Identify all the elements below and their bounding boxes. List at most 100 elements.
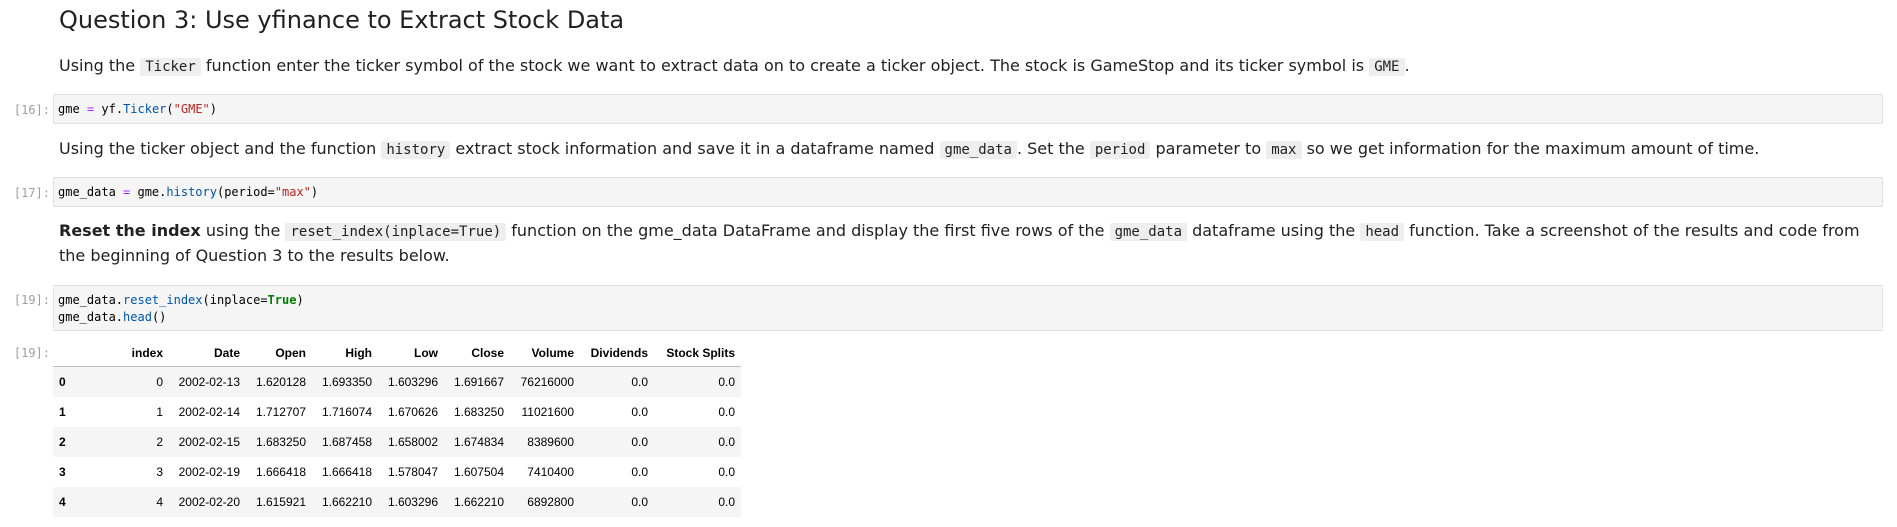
code-cell-16[interactable]: gme = yf.Ticker("GME") [53, 94, 1883, 124]
table-cell: 1.603296 [387, 375, 438, 389]
md-bold-text: Reset the index [59, 221, 201, 240]
md-text: dataframe using the [1187, 221, 1361, 240]
inline-code: gme_data [1109, 223, 1187, 241]
table-cell: 1.691667 [453, 375, 504, 389]
column-header: Close [444, 340, 510, 367]
table-cell: 1.683250 [453, 405, 504, 419]
code-token: "GME" [173, 102, 210, 116]
table-cell: 2002-02-19 [178, 465, 240, 479]
table-cell: 7410400 [527, 465, 574, 479]
column-header: Volume [510, 340, 580, 367]
code-token: "max" [274, 185, 311, 199]
md-text: . Set the [1016, 139, 1090, 158]
inline-code: history [381, 141, 451, 159]
table-cell: 11021600 [521, 405, 575, 419]
code-token: gme. [137, 185, 167, 199]
table-cell: 1.687458 [321, 435, 372, 449]
table-row: 4 4 2002-02-20 1.615921 1.662210 1.60329… [53, 487, 741, 517]
row-index: 1 [59, 405, 66, 419]
table-cell: 0.0 [631, 495, 648, 509]
cell-prompt: [17]: [13, 186, 50, 200]
code-token: gme_data. [58, 310, 124, 324]
table-cell: 1.716074 [321, 405, 372, 419]
code-token: ) [310, 185, 319, 199]
table-cell: 2002-02-13 [178, 375, 240, 389]
code-cell-17[interactable]: gme_data = gme.history(period="max") [53, 177, 1883, 207]
table-cell: 1.670626 [387, 405, 438, 419]
row-index: 4 [59, 495, 66, 509]
markdown-cell-reset-index[interactable]: Reset the index using the reset_index(in… [59, 219, 1889, 268]
md-text: Using the ticker object and the function [59, 139, 382, 158]
markdown-cell-history[interactable]: Using the ticker object and the function… [59, 137, 1759, 162]
table-cell: 0.0 [631, 405, 648, 419]
table-cell: 2 [156, 435, 163, 449]
table-cell: 0.0 [718, 435, 735, 449]
md-text: extract stock information and save it in… [450, 139, 940, 158]
code-token: Ticker [123, 102, 167, 116]
inline-code: Ticker [140, 58, 201, 76]
table-cell: 0.0 [631, 375, 648, 389]
table-cell: 2002-02-14 [178, 405, 240, 419]
inline-code: gme_data [939, 141, 1017, 159]
column-header: Low [378, 340, 444, 367]
code-token: yf. [101, 102, 124, 116]
code-token: gme [58, 102, 80, 116]
code-token: ( [166, 102, 174, 116]
table-cell: 0.0 [718, 495, 735, 509]
code-cell-19[interactable]: gme_data.reset_index(inplace=True) gme_d… [53, 285, 1883, 331]
table-cell: 0.0 [718, 405, 735, 419]
table-cell: 2002-02-15 [178, 435, 240, 449]
table-cell: 0.0 [718, 375, 735, 389]
table-cell: 1.578047 [387, 465, 438, 479]
code-token: head [123, 310, 152, 324]
table-cell: 2002-02-20 [178, 495, 240, 509]
md-text: parameter to [1150, 139, 1267, 158]
inline-code: GME [1369, 58, 1405, 76]
row-index: 3 [59, 465, 66, 479]
inline-code: period [1089, 141, 1151, 159]
md-text: so we get information for the maximum am… [1301, 139, 1760, 158]
column-header: Dividends [580, 340, 654, 367]
table-cell: 1.603296 [387, 495, 438, 509]
cell-prompt: [16]: [13, 103, 50, 117]
table-cell: 1.607504 [453, 465, 504, 479]
table-row: 0 0 2002-02-13 1.620128 1.693350 1.60329… [53, 366, 741, 397]
code-token: = [79, 102, 102, 116]
table-cell: 1.662210 [453, 495, 504, 509]
table-cell: 0.0 [631, 435, 648, 449]
table-cell: 1.666418 [321, 465, 372, 479]
code-token: gme_data. [58, 293, 124, 307]
column-header: High [312, 340, 378, 367]
question-heading: Question 3: Use yfinance to Extract Stoc… [59, 6, 625, 34]
md-text: function enter the ticker symbol of the … [200, 56, 1370, 75]
column-header: index [107, 340, 169, 367]
inline-code: max [1266, 141, 1302, 159]
inline-code: head [1360, 223, 1405, 241]
table-cell: 1 [156, 405, 163, 419]
code-token: = [115, 185, 138, 199]
table-cell: 0.0 [718, 465, 735, 479]
table-cell: 1.693350 [321, 375, 372, 389]
cell-prompt: [19]: [13, 293, 50, 307]
column-header: Open [246, 340, 312, 367]
table-cell: 1.674834 [453, 435, 504, 449]
table-cell: 4 [156, 495, 163, 509]
markdown-cell-ticker[interactable]: Using the Ticker function enter the tick… [59, 54, 1410, 79]
table-cell: 1.712707 [255, 405, 306, 419]
code-token: ) [296, 293, 304, 307]
table-cell: 1.620128 [255, 375, 306, 389]
code-token: reset_index [123, 293, 203, 307]
output-prompt: [19]: [13, 346, 50, 360]
code-token: ) [209, 102, 218, 116]
md-text: using the [200, 221, 286, 240]
inline-code: reset_index(inplace=True) [285, 223, 507, 241]
table-row: 3 3 2002-02-19 1.666418 1.666418 1.57804… [53, 457, 741, 487]
table-cell: 1.666418 [255, 465, 306, 479]
code-token: True [267, 293, 297, 307]
table-header-row: index Date Open High Low Close Volume Di… [53, 340, 741, 367]
md-text: . [1404, 56, 1410, 75]
code-token: history [166, 185, 217, 199]
row-index: 0 [59, 375, 66, 389]
row-index: 2 [59, 435, 66, 449]
column-header [53, 340, 107, 367]
